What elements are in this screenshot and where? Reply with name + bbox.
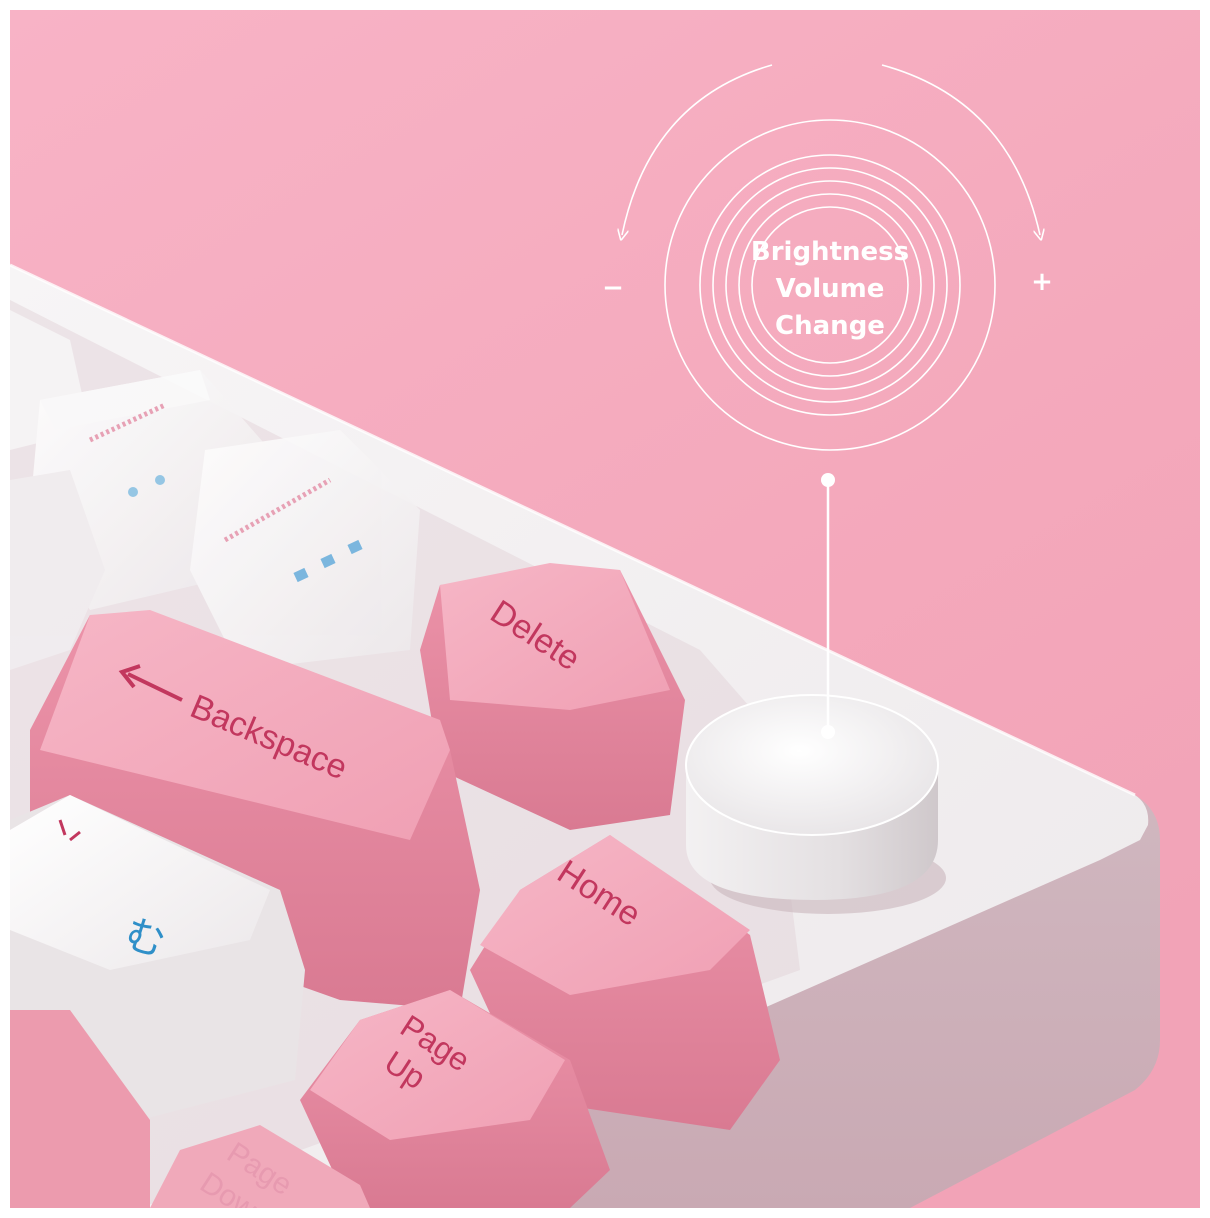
callout-dot-knob bbox=[821, 725, 835, 739]
product-photo: Delete Backspace む Home Page Up Page Dow… bbox=[10, 10, 1200, 1208]
callout-label-brightness: Brightness bbox=[751, 237, 909, 267]
plus-sign: + bbox=[1031, 267, 1053, 297]
callout-label-volume: Volume bbox=[776, 274, 885, 304]
minus-sign: − bbox=[602, 273, 624, 303]
rotary-knob bbox=[685, 694, 946, 914]
callout-label-change: Change bbox=[775, 311, 885, 341]
callout-dot-top bbox=[821, 473, 835, 487]
